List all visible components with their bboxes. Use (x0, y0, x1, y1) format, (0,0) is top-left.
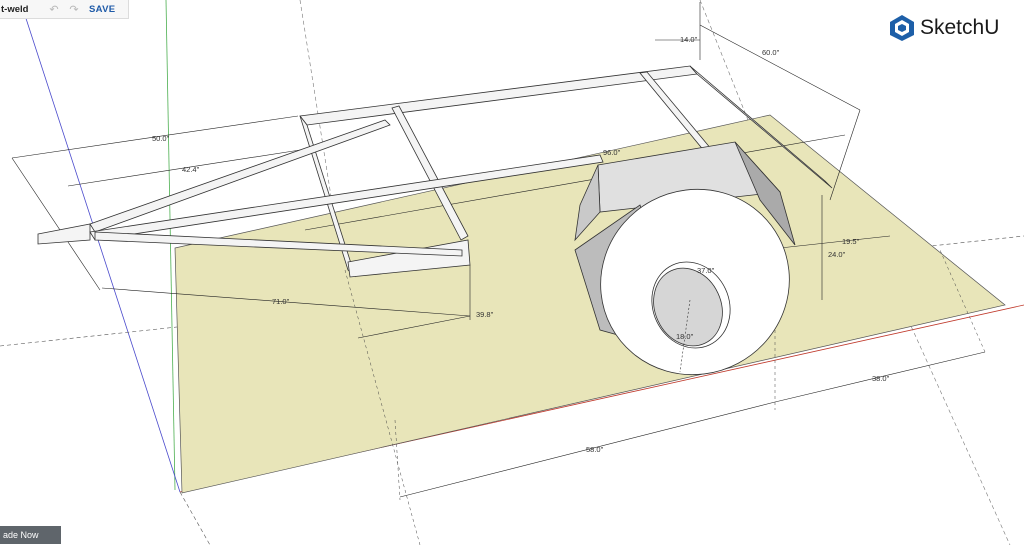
top-toolbar: t-weld ↶ ↷ SAVE (0, 0, 129, 19)
dim-label-18: 18.0" (676, 332, 694, 341)
dim-label-96: 96.0" (603, 148, 621, 157)
tongue (37, 223, 91, 245)
dim-label-37: 37.0" (697, 266, 715, 275)
dim-label-38: 38.0" (872, 374, 890, 383)
dim-label-24: 24.0" (828, 250, 846, 259)
document-title[interactable]: t-weld (0, 4, 41, 15)
brand: SketchU (889, 14, 999, 42)
frame-front-rail (299, 65, 698, 126)
ground-plane (174, 114, 1006, 494)
dim-label-19: 19.5" (842, 237, 860, 246)
blue-axis (19, 0, 181, 493)
dim-label-60: 60.0" (762, 48, 780, 57)
green-axis (165, 0, 176, 491)
dim-label-39: 39.8" (476, 310, 494, 319)
redo-icon[interactable]: ↷ (67, 2, 81, 16)
green-axis-dashed (179, 491, 211, 546)
trade-now-button[interactable]: ade Now (0, 526, 61, 544)
save-button[interactable]: SAVE (89, 4, 115, 15)
model-canvas[interactable]: 14.0" 60.0" 50.0" 42.4" 96.0" 19.5" 24.0… (0, 0, 1024, 546)
dim-label-50: 50.0" (152, 134, 170, 143)
brand-name: SketchU (920, 16, 1000, 39)
dim-label-42: 42.4" (182, 165, 200, 174)
dim-label-14: 14.0" (680, 35, 698, 44)
dim-label-58: 58.0" (586, 445, 604, 454)
sketchup-logo-icon (890, 15, 914, 41)
dim-label-71: 71.0" (272, 297, 290, 306)
model-viewport[interactable]: 14.0" 60.0" 50.0" 42.4" 96.0" 19.5" 24.0… (0, 0, 1024, 546)
undo-icon[interactable]: ↶ (47, 2, 61, 16)
